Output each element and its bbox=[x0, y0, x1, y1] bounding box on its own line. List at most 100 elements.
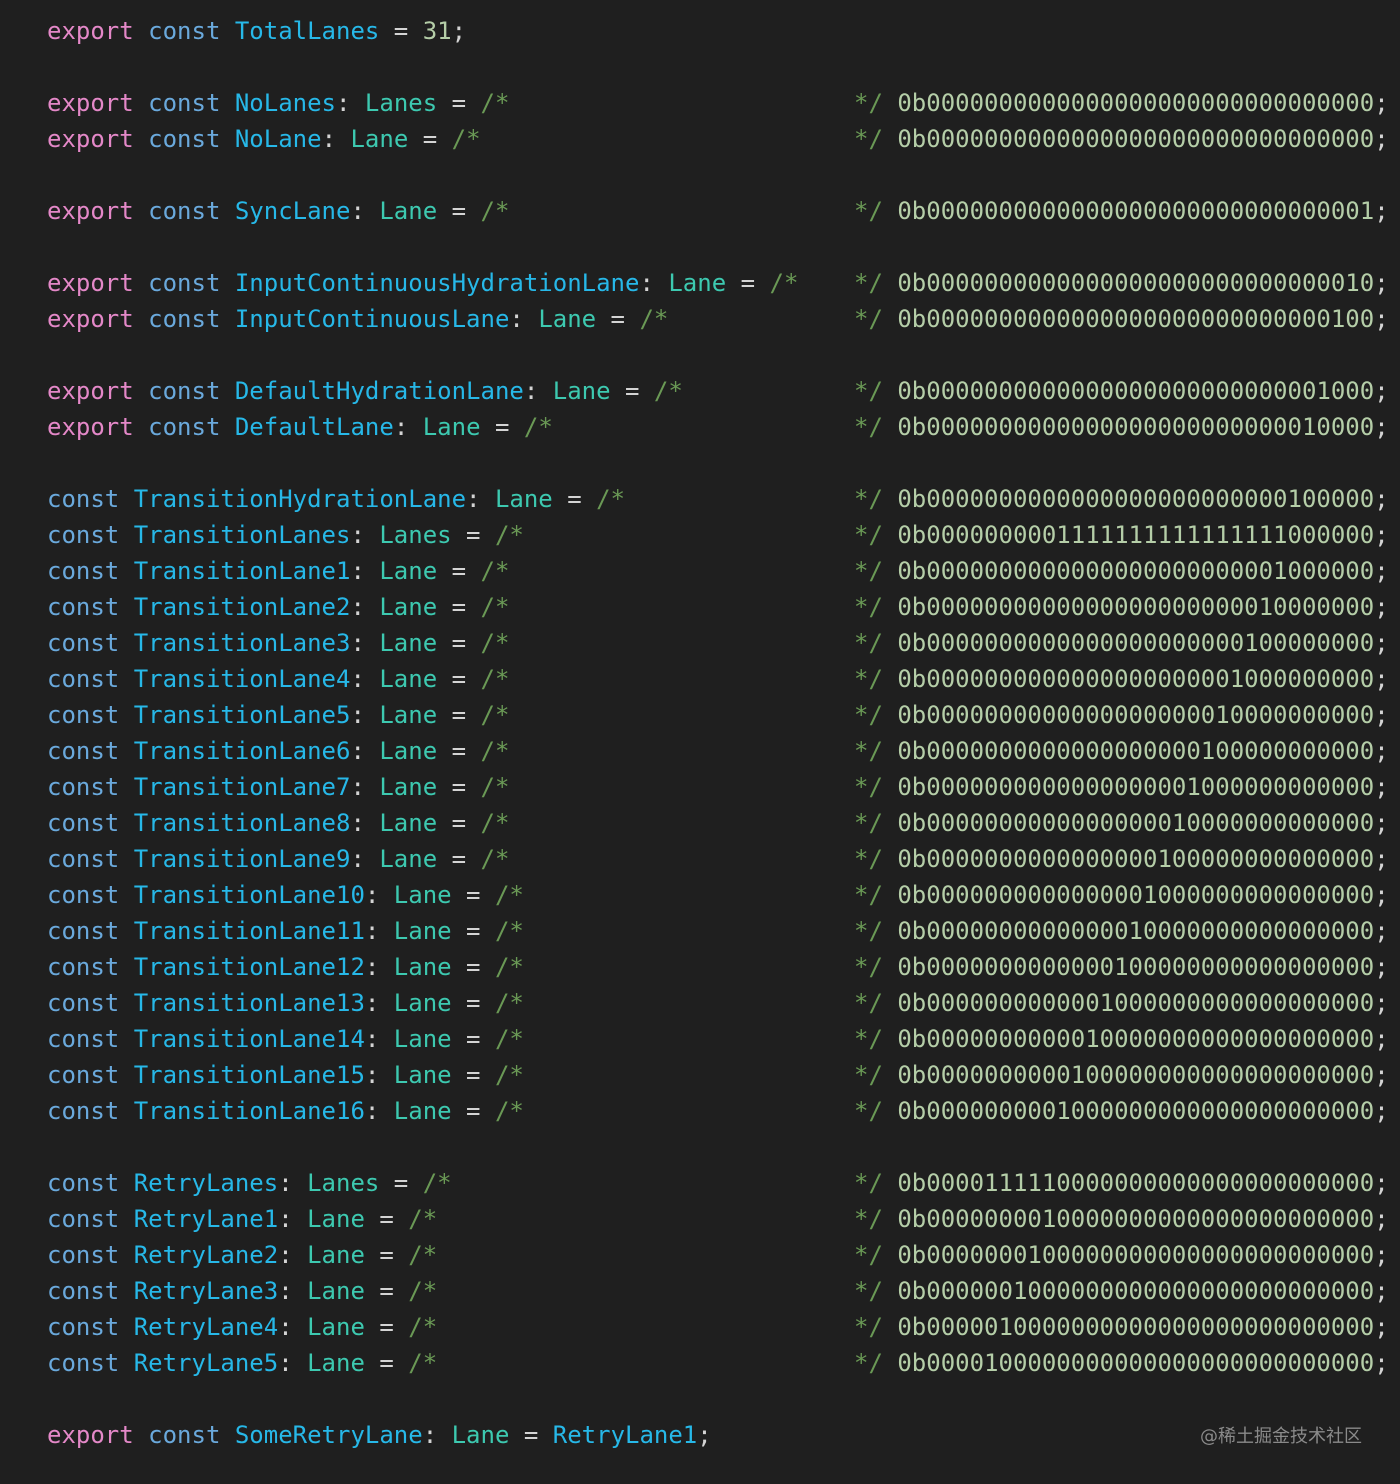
colon: : bbox=[639, 269, 669, 297]
semicolon: ; bbox=[1374, 1025, 1389, 1053]
identifier: RetryLanes bbox=[133, 1169, 279, 1197]
identifier: TransitionLane5 bbox=[133, 701, 351, 729]
binary-literal: 0b0000000000000000010000000000000 bbox=[897, 809, 1375, 837]
type-annotation: Lane bbox=[379, 629, 438, 657]
declaration: export const NoLane: Lane = /* bbox=[47, 121, 481, 157]
code-editor[interactable]: export const TotalLanes = 31; export con… bbox=[0, 0, 1400, 1484]
binary-literal: 0b0000001000000000000000000000000 bbox=[897, 1277, 1375, 1305]
lane-value: */ 0b0000000001000000000000000000000; bbox=[854, 1093, 1389, 1129]
identifier: RetryLane2 bbox=[133, 1241, 279, 1269]
colon: : bbox=[350, 521, 380, 549]
binary-literal: 0b0000000100000000000000000000000 bbox=[897, 1241, 1375, 1269]
identifier: TransitionLane10 bbox=[133, 881, 365, 909]
operator: = bbox=[451, 917, 495, 945]
semicolon: ; bbox=[1374, 377, 1389, 405]
lane-value: */ 0b0000000000000000010000000000000; bbox=[854, 805, 1389, 841]
keyword-const: const bbox=[148, 305, 221, 333]
operator: = bbox=[610, 377, 654, 405]
operator: = bbox=[437, 629, 481, 657]
binary-literal: 0b0000000000000000100000000000000 bbox=[897, 845, 1375, 873]
identifier: SyncLane bbox=[234, 197, 351, 225]
semicolon: ; bbox=[1374, 1241, 1389, 1269]
keyword-export: export bbox=[47, 377, 134, 405]
lane-value: */ 0b0000000000000000000000000000000; bbox=[854, 121, 1389, 157]
comment-close: */ bbox=[854, 1061, 883, 1089]
binary-literal: 0b0000000000000010000000000000000 bbox=[897, 917, 1375, 945]
declaration: const RetryLane3: Lane = /* bbox=[47, 1273, 437, 1309]
binary-literal: 0b0000000000000001000000000000000 bbox=[897, 881, 1375, 909]
declaration: const TransitionLane11: Lane = /* bbox=[47, 913, 524, 949]
operator: = bbox=[552, 485, 597, 513]
operator: = bbox=[437, 665, 481, 693]
keyword-const: const bbox=[47, 1313, 120, 1341]
semicolon: ; bbox=[1374, 953, 1389, 981]
binary-literal: 0b0000000000000000000000000000100 bbox=[897, 305, 1375, 333]
comment-open: /* bbox=[653, 377, 683, 405]
operator: = bbox=[437, 89, 481, 117]
comment-open: /* bbox=[494, 881, 524, 909]
colon: : bbox=[278, 1241, 308, 1269]
operator: = bbox=[451, 989, 495, 1017]
comment-open: /* bbox=[494, 1097, 524, 1125]
type-annotation: Lane bbox=[379, 557, 438, 585]
keyword-const: const bbox=[47, 665, 120, 693]
comment-open: /* bbox=[769, 269, 799, 297]
identifier-reference: RetryLane1 bbox=[552, 1421, 698, 1449]
comment-open: /* bbox=[494, 1025, 524, 1053]
comment-open: /* bbox=[494, 989, 524, 1017]
type-annotation: Lane bbox=[379, 845, 438, 873]
operator: = bbox=[437, 701, 481, 729]
type-annotation: Lane bbox=[393, 1025, 452, 1053]
keyword-const: const bbox=[148, 1421, 221, 1449]
comment-open: /* bbox=[639, 305, 669, 333]
keyword-const: const bbox=[148, 125, 221, 153]
comment-close: */ bbox=[854, 989, 883, 1017]
comment-open: /* bbox=[494, 521, 524, 549]
binary-literal: 0b0000000000000000000010000000000 bbox=[897, 701, 1375, 729]
lane-value: */ 0b0000000001111111111111111000000; bbox=[854, 517, 1389, 553]
comment-open: /* bbox=[480, 89, 510, 117]
keyword-const: const bbox=[47, 1349, 120, 1377]
identifier: NoLanes bbox=[234, 89, 337, 117]
operator: = bbox=[364, 1241, 409, 1269]
comment-open: /* bbox=[494, 1061, 524, 1089]
comment-open: /* bbox=[480, 701, 510, 729]
identifier: TransitionLanes bbox=[133, 521, 351, 549]
type-annotation: Lane bbox=[494, 485, 553, 513]
comment-close: */ bbox=[854, 305, 883, 333]
declaration: const TransitionHydrationLane: Lane = /* bbox=[47, 481, 625, 517]
comment-open: /* bbox=[480, 557, 510, 585]
type-annotation: Lanes bbox=[364, 89, 438, 117]
colon: : bbox=[350, 701, 380, 729]
type-annotation: Lanes bbox=[307, 1169, 380, 1197]
identifier: RetryLane4 bbox=[133, 1313, 279, 1341]
binary-literal: 0b0000100000000000000000000000000 bbox=[897, 1349, 1375, 1377]
colon: : bbox=[278, 1277, 308, 1305]
binary-literal: 0b0000000000000000000000100000000 bbox=[897, 629, 1375, 657]
comment-close: */ bbox=[854, 1025, 883, 1053]
identifier: RetryLane3 bbox=[133, 1277, 279, 1305]
semicolon: ; bbox=[1374, 1313, 1389, 1341]
lane-value: */ 0b0000000000000001000000000000000; bbox=[854, 877, 1389, 913]
comment-open: /* bbox=[408, 1241, 438, 1269]
operator: = bbox=[408, 125, 452, 153]
declaration: const RetryLane4: Lane = /* bbox=[47, 1309, 437, 1345]
semicolon: ; bbox=[1374, 89, 1389, 117]
lane-value: */ 0b0000000000000000000000000000000; bbox=[854, 85, 1389, 121]
colon: : bbox=[364, 1061, 394, 1089]
type-annotation: Lane bbox=[379, 737, 438, 765]
keyword-export: export bbox=[47, 269, 134, 297]
identifier: TotalLanes bbox=[234, 17, 380, 45]
operator: = bbox=[437, 593, 481, 621]
colon: : bbox=[278, 1349, 308, 1377]
colon: : bbox=[321, 125, 351, 153]
binary-literal: 0b0000000000000000000000000000000 bbox=[897, 125, 1375, 153]
lane-value: */ 0b0000000000000000000000000001000; bbox=[854, 373, 1389, 409]
comment-close: */ bbox=[854, 269, 883, 297]
semicolon: ; bbox=[1374, 125, 1389, 153]
declaration: const TransitionLane7: Lane = /* bbox=[47, 769, 509, 805]
binary-literal: 0b0000000000000000000000000001000 bbox=[897, 377, 1375, 405]
keyword-const: const bbox=[47, 1097, 120, 1125]
comment-close: */ bbox=[854, 1241, 883, 1269]
binary-literal: 0b0000000001000000000000000000000 bbox=[897, 1097, 1375, 1125]
